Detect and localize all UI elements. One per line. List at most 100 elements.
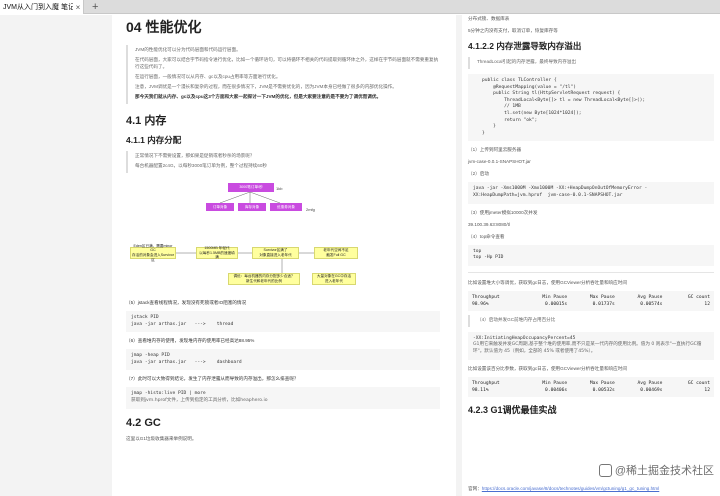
table-row: 98.96% 0.00015s 0.01737s 0.00574s 12 bbox=[472, 301, 710, 308]
table-header-cell: Throughput bbox=[472, 294, 500, 300]
step-text: （4）top命令查看 bbox=[468, 233, 505, 239]
code-line: java -jar arthas.jar ---> dashboard bbox=[131, 359, 242, 365]
histo-code[interactable]: jmap -histo:live PID | more 获取到jvm.hprof… bbox=[126, 387, 440, 409]
start-code[interactable]: java -jar -Xms1000M -Xmx1000M -XX:+HeapD… bbox=[468, 182, 714, 204]
watermark-text: @稀土掘金技术社区 bbox=[614, 465, 714, 477]
table-header-cell: Max Pause bbox=[589, 294, 615, 300]
diagram-node-order-object: 订单对象 bbox=[206, 203, 234, 211]
reference-line: 官网：https://docs.oracle.com/javase/8/docs… bbox=[468, 486, 659, 492]
juejin-logo-icon bbox=[598, 463, 612, 477]
diagram-node-stock-object: 库存对象 bbox=[238, 203, 266, 211]
g1-code[interactable]: -XX:InitiatingHeapOccupancyPercent=45 G1… bbox=[468, 331, 714, 360]
quote-line: ThreadLocal引起的内存泄露，最终导致内存溢出 bbox=[477, 59, 577, 64]
intro-paragraph: 在代码层面，大家可以结合字节码指令进行优化，比如一个循环语句，可以将循环不相关的… bbox=[135, 57, 439, 69]
watermark: @稀土掘金技术社区 bbox=[598, 462, 714, 478]
table-cell: 0.00015s bbox=[545, 301, 568, 307]
tab-active[interactable]: JVM从入门到入魔 笔记 × bbox=[0, 0, 84, 14]
code-comment: G1用它来触发并发GC周期,基于整个堆的使用率,而不只是某一代内存的使用比例。值… bbox=[473, 342, 702, 354]
table-header-cell: Min Pause bbox=[542, 380, 568, 386]
tab-close-icon[interactable]: × bbox=[73, 3, 83, 12]
text-line: 分布式锁、数据库表 bbox=[468, 16, 510, 21]
jstack-code[interactable]: jstack PID java -jar arthas.jar ---> thr… bbox=[126, 311, 440, 333]
new-tab-icon[interactable]: + bbox=[92, 0, 98, 14]
step-text: （2）启动 bbox=[468, 171, 489, 177]
oom-quote: ThreadLocal引起的内存泄露，最终导致内存溢出 bbox=[468, 57, 714, 69]
quote-line: 每台机器配置2c4G，以每秒3000笔订单为例，整个过程持续60秒 bbox=[135, 163, 267, 168]
code-line: public class TLController { bbox=[482, 78, 557, 83]
diagram-node-orders: 3000笔订单/秒 bbox=[228, 183, 274, 192]
table-header: Throughput Min Pause Max Pause Avg Pause… bbox=[472, 294, 710, 301]
code-line: top -Hp PID bbox=[473, 255, 504, 261]
code-line: tl.set(new Byte[1024*1024]); bbox=[482, 110, 582, 116]
page-right: 分布式锁、数据库表 5分钟之内没有支付，取消订单，恢复库存等 4.1.2.2 内… bbox=[462, 15, 720, 496]
intro-paragraph: 注意，JVM调优是一个漫长和复杂的过程，而在很多情况下，JVM是不需要优化的，因… bbox=[135, 84, 397, 89]
table-cell: 0.00574s bbox=[640, 301, 663, 307]
table-cell: 0.01737s bbox=[592, 301, 615, 307]
table-cell: 12 bbox=[704, 301, 710, 307]
code-line: jstack PID bbox=[131, 315, 159, 320]
tab-title: JVM从入门到入魔 笔记 bbox=[3, 4, 73, 11]
step-text: （1）上传到阿里云服务器 bbox=[468, 147, 522, 153]
intro-paragraph: JVM的性能优化可以分为代码层面和代码运行层面。 bbox=[135, 47, 241, 52]
gc-text: 这里以G1垃圾收集器来举例说明。 bbox=[126, 435, 197, 441]
quote-line: 正常情况下不需要设置，那如果是促销或者秒杀的场景呢？ bbox=[135, 153, 255, 158]
jmap-text: （6）查看堆内存的使用，发现堆内存的使用率已经高达88.95% bbox=[126, 338, 255, 344]
code-line: ThreadLocal<Byte[]> tl = new ThreadLocal… bbox=[482, 97, 646, 103]
code-line: jmap -heap PID bbox=[131, 353, 170, 359]
table-cell: 98.11% bbox=[472, 387, 489, 393]
diagram-node-old-gen: 大量对象在GC中存活 进入老年代 bbox=[312, 273, 356, 285]
diagram-node-young: 1500MB 年轻代 以每秒1.5MB的速度填满 bbox=[196, 246, 238, 259]
diagram-node-survivor: Survivor区满了 对象直接进入老年代 bbox=[252, 247, 299, 259]
leak-text: （7）此时可以大致得到结论，发生了内存泄露从而导致的内存溢出，那怎么排查呢？ bbox=[126, 376, 299, 382]
diagram-node-coupon-object: 优惠券对象 bbox=[270, 203, 302, 211]
intro-paragraph: 那今天我们就从内存、gc以及cpu这3个方面和大家一起探讨一下JVM的优化，但是… bbox=[135, 94, 382, 99]
code-line: return "ok"; bbox=[482, 117, 538, 123]
jmap-code[interactable]: jmap -heap PID java -jar arthas.jar --->… bbox=[126, 349, 440, 371]
code-line: // 1MB bbox=[482, 104, 521, 110]
diagram-size-label: 1kb bbox=[276, 186, 283, 191]
section-heading: 4.1 内存 bbox=[126, 115, 167, 127]
table-cell: 12 bbox=[704, 387, 710, 393]
table-header-cell: GC count bbox=[687, 294, 710, 300]
table-header-cell: Avg Pause bbox=[637, 380, 663, 386]
diagram-node-fullgc: 老年代空间不足 触发Full GC bbox=[314, 247, 358, 259]
jstack-text: （5）jstack查看线程情况，发现没有死锁或者IO阻塞的情况 bbox=[126, 300, 247, 305]
diagram-size-label-2: 2mfg bbox=[306, 207, 315, 212]
subsection-heading: 4.2.3 G1调优最佳实战 bbox=[468, 404, 557, 415]
code-line: java -jar arthas.jar ---> thread bbox=[131, 321, 234, 327]
java-code-block[interactable]: public class TLController { @RequestMapp… bbox=[468, 74, 714, 142]
url-text: 39.100.39.63:8080/tl bbox=[468, 221, 510, 227]
quote-line: （4）启动并发GC前堆内存占用百分比 bbox=[477, 316, 556, 322]
step-text: （3）使用jmeter模拟10000次并发 bbox=[468, 209, 538, 215]
gc-table-1: Throughput Min Pause Max Pause Avg Pause… bbox=[468, 290, 714, 311]
divider bbox=[468, 271, 714, 273]
page-title: 04 性能优化 bbox=[126, 19, 202, 35]
table-header-cell: Avg Pause bbox=[637, 294, 663, 300]
document-viewport[interactable]: 04 性能优化 JVM的性能优化可以分为代码层面和代码运行层面。 在代码层面，大… bbox=[0, 15, 720, 496]
table-cell: 0.00469s bbox=[640, 387, 663, 393]
code-line: @RequestMapping(value = "/tl") bbox=[482, 84, 577, 90]
memory-diagram: 3000笔订单/秒 订单对象 库存对象 优惠券对象 1kb 2mfg Eden区… bbox=[126, 177, 440, 295]
table-cell: 98.96% bbox=[472, 301, 489, 307]
code-line: jmap -histo:live PID | more bbox=[131, 391, 206, 397]
gc-table-2: Throughput Min Pause Max Pause Avg Pause… bbox=[468, 376, 714, 397]
page-left: 04 性能优化 JVM的性能优化可以分为代码层面和代码运行层面。 在代码层面，大… bbox=[112, 15, 456, 496]
table-cell: 0.00532s bbox=[592, 387, 615, 393]
subsection-heading: 4.1.2.2 内存泄露导致内存溢出 bbox=[468, 41, 582, 51]
section-heading: 4.2 GC bbox=[126, 416, 161, 429]
g1-quote: （4）启动并发GC前堆内存占用百分比 bbox=[468, 314, 714, 327]
reference-link[interactable]: https://docs.oracle.com/javase/8/docs/te… bbox=[482, 486, 659, 491]
jar-name: jvm-case-0.0.1-SNAPSHOT.jar bbox=[468, 159, 531, 165]
intro-paragraph: 在运行层面，一般情况可以从内存、gc以及cpu占用率等方面进行优化。 bbox=[135, 74, 281, 79]
diagram-node-tuning: 调优：每台机器的内存分配多少合适？ 新生代和老年代的比例 bbox=[228, 273, 300, 285]
top-code[interactable]: top top -Hp PID bbox=[468, 244, 714, 266]
gc-text: 比如设置堆大小等调优，获取到gc日志，使用GCViewer分析吞吐量和响应时间 bbox=[468, 279, 627, 285]
diagram-node-eden: Eden区已满，需要minor GC 存活的对象会进入Survivor区 bbox=[130, 244, 176, 262]
code-line: java -jar -Xms1000M -Xmx1000M -XX:+HeapD… bbox=[473, 186, 648, 192]
code-line: public String tl(HttpServletRequest requ… bbox=[482, 91, 621, 97]
table-header: Throughput Min Pause Max Pause Avg Pause… bbox=[472, 380, 710, 387]
code-comment: 获取到jvm.hprof文件，上传到指定的工具分析，比如heaphero.io bbox=[131, 397, 268, 403]
table-header-cell: Min Pause bbox=[542, 294, 568, 300]
tab-bar: JVM从入门到入魔 笔记 × + bbox=[0, 0, 720, 14]
reference-label: 官网： bbox=[468, 486, 482, 491]
